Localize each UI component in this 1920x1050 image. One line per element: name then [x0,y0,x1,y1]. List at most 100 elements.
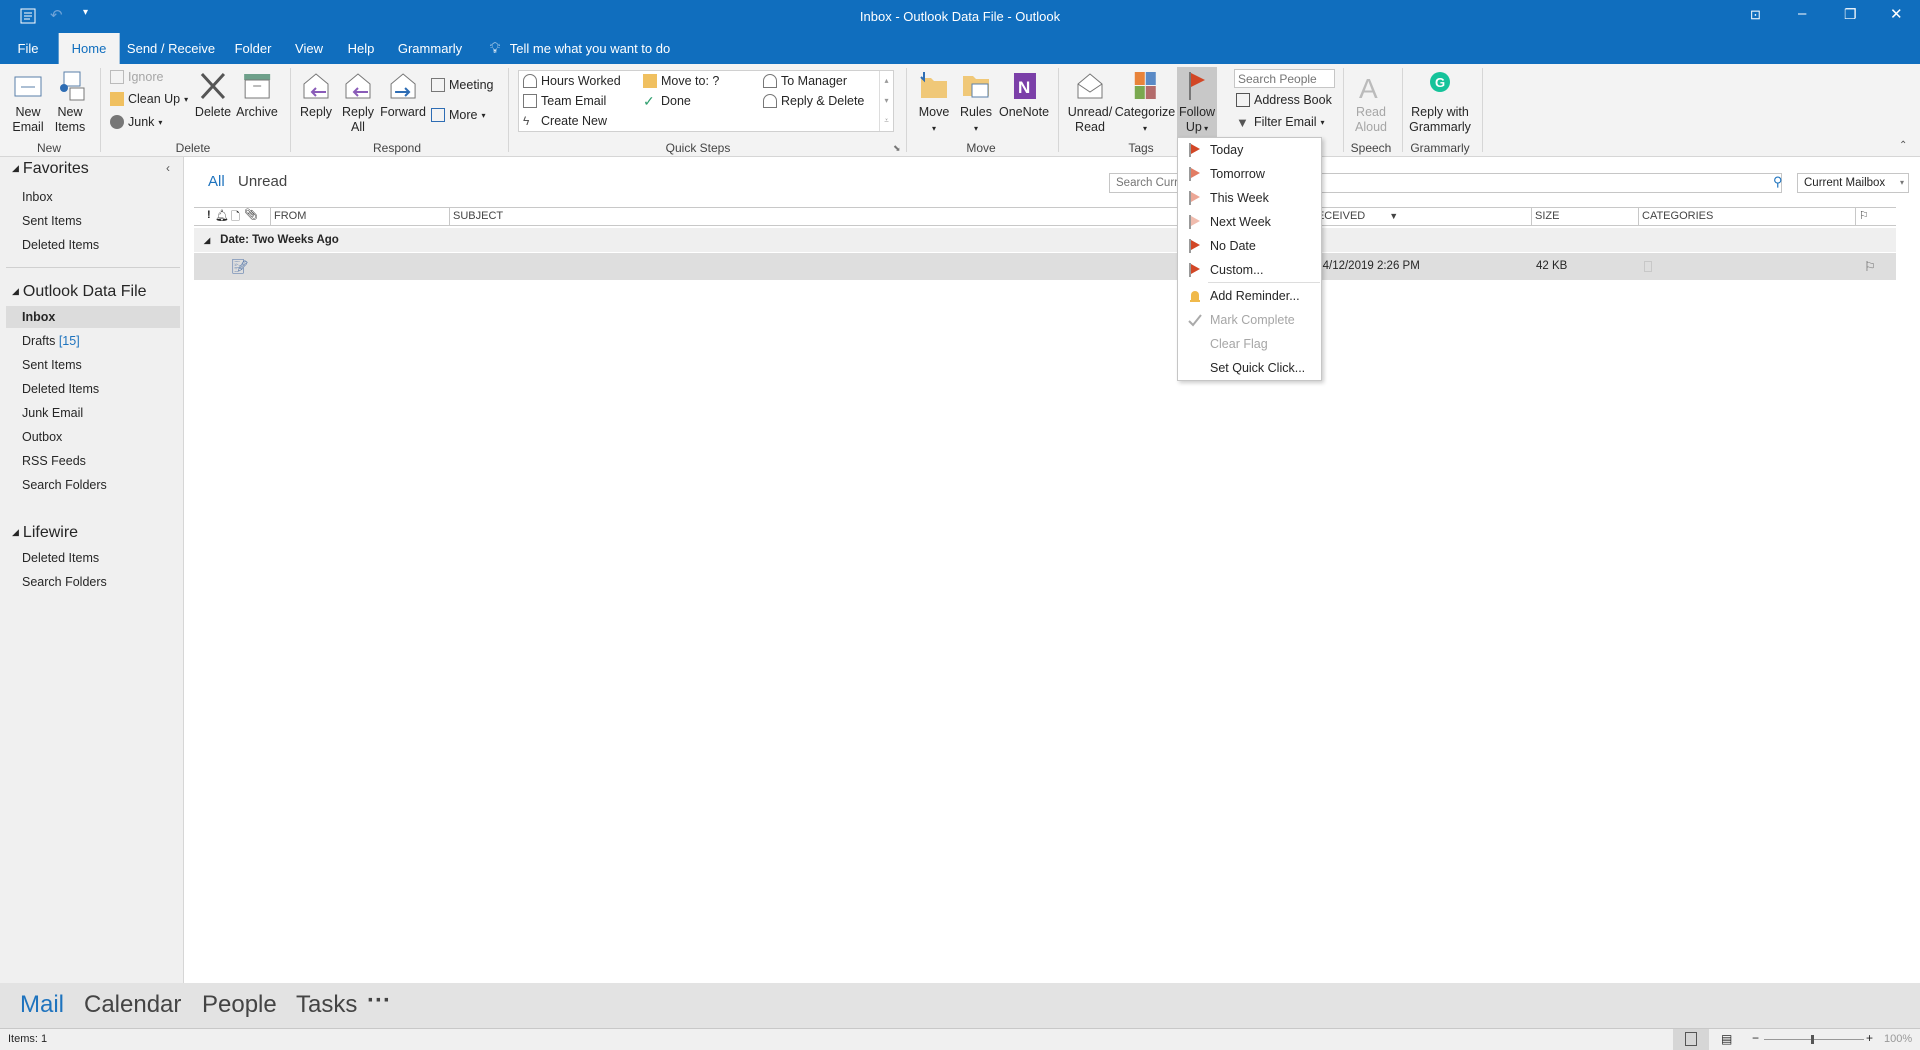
column-subject[interactable]: SUBJECT [449,208,503,225]
menu-item-no-date[interactable]: No Date [1178,235,1321,257]
folder-deleted-items[interactable]: Deleted Items [6,378,180,400]
unread-read-button[interactable]: Unread/ Read [1067,70,1113,135]
ribbon-display-options-icon[interactable]: ⊡ [1750,7,1761,23]
close-button[interactable]: ✕ [1890,5,1903,23]
address-book-button[interactable]: Address Book [1236,93,1332,107]
tab-view[interactable]: View [295,33,323,64]
zoom-slider-thumb[interactable] [1811,1035,1814,1044]
attachment-column-icon[interactable]: 📎︎ [244,208,258,221]
favorites-header[interactable]: ◢ Favorites [12,160,89,178]
lifewire-header[interactable]: ◢ Lifewire [12,524,78,542]
reply-button[interactable]: Reply [300,70,332,120]
folder-search-folders[interactable]: Search Folders [6,474,180,496]
folder-outbox[interactable]: Outbox [6,426,180,448]
reply-all-button[interactable]: Reply All [341,70,375,135]
onenote-button[interactable]: N OneNote [999,70,1049,120]
menu-item-tomorrow[interactable]: Tomorrow [1178,163,1321,185]
categorize-button[interactable]: Categorize ▾ [1115,70,1175,136]
flag-outline-icon[interactable]: ⚐ [1864,253,1876,280]
group-header-row[interactable]: ◢ Date: Two Weeks Ago [194,228,1896,252]
tell-me-search[interactable]: Tell me what you want to do [510,33,670,64]
delete-button[interactable]: Delete [195,70,231,120]
menu-item-add-reminder[interactable]: Add Reminder... [1178,285,1321,307]
quick-step-reply-delete[interactable]: Reply & Delete [763,94,864,108]
junk-button[interactable]: Junk ▾ [110,115,162,129]
follow-up-button[interactable]: Follow Up ▾ [1177,67,1217,140]
search-people-input[interactable] [1234,69,1335,88]
reminder-column-icon[interactable]: 🔔︎ [215,209,229,222]
nav-tasks[interactable]: Tasks [296,991,357,1019]
lifewire-search-folders[interactable]: Search Folders [6,571,180,593]
tab-grammarly[interactable]: Grammarly [398,33,462,64]
quick-step-done[interactable]: ✓ Done [643,94,691,108]
restore-button[interactable]: ❐ [1844,6,1857,23]
nav-more-icon[interactable]: ··· [367,987,391,1015]
new-items-button[interactable]: New Items [52,70,88,135]
rules-button[interactable]: Rules ▾ [960,70,992,136]
collapse-folder-pane-icon[interactable]: ‹ [166,161,170,175]
menu-item-mark-complete[interactable]: Mark Complete [1178,309,1321,331]
menu-item-clear-flag[interactable]: Clear Flag [1178,333,1321,355]
icon-column-icon[interactable]: 🗋 [231,208,240,227]
folder-drafts[interactable]: Drafts [15] [6,330,180,352]
menu-item-today[interactable]: Today [1178,139,1321,161]
more-respond-button[interactable]: More ▾ [431,108,486,122]
forward-button[interactable]: Forward [380,70,426,120]
column-from[interactable]: FROM [270,208,306,225]
folder-rss-feeds[interactable]: RSS Feeds [6,450,180,472]
favorites-deleted-items[interactable]: Deleted Items [6,234,180,256]
clean-up-button[interactable]: Clean Up ▾ [110,92,188,106]
reading-view-icon[interactable]: ▤ [1721,1032,1732,1046]
folder-junk-email[interactable]: Junk Email [6,402,180,424]
outlook-data-file-header[interactable]: ◢ Outlook Data File [12,283,147,301]
new-email-button[interactable]: New Email [10,70,46,135]
tab-folder[interactable]: Folder [235,33,272,64]
reply-with-grammarly-button[interactable]: G Reply with Grammarly [1405,70,1475,135]
lifewire-deleted-items[interactable]: Deleted Items [6,547,180,569]
normal-view-button[interactable] [1673,1029,1709,1050]
menu-item-custom[interactable]: Custom... [1178,259,1321,281]
column-categories[interactable]: CATEGORIES [1638,208,1713,225]
read-aloud-button[interactable]: A Read Aloud [1353,70,1389,135]
filter-all[interactable]: All [208,173,225,190]
quick-step-move-to[interactable]: Move to: ? [643,74,719,88]
tab-send-receive[interactable]: Send / Receive [127,33,215,64]
quick-step-team-email[interactable]: Team Email [523,94,606,108]
menu-item-set-quick-click[interactable]: Set Quick Click... [1178,357,1321,379]
importance-column-icon[interactable]: ! [207,209,211,221]
search-scope-dropdown[interactable]: Current Mailbox ▾ [1797,173,1909,193]
zoom-out-button[interactable]: − [1752,1031,1759,1045]
folder-inbox[interactable]: Inbox [6,306,180,328]
filter-email-button[interactable]: ▼ Filter Email ▾ [1236,115,1325,130]
nav-people[interactable]: People [202,991,277,1019]
move-button[interactable]: Move ▾ [918,70,950,136]
quick-steps-scroll[interactable]: ▴ ▾ ⩡ [879,71,893,131]
zoom-slider[interactable] [1764,1039,1864,1040]
filter-unread[interactable]: Unread [238,173,287,190]
tab-help[interactable]: Help [348,33,375,64]
menu-item-this-week[interactable]: This Week [1178,187,1321,209]
minimize-button[interactable]: – [1798,5,1806,22]
tab-file[interactable]: File [18,33,39,64]
favorites-inbox[interactable]: Inbox [6,186,180,208]
undo-button[interactable]: ↶ [50,6,63,24]
menu-item-next-week[interactable]: Next Week [1178,211,1321,233]
mail-row[interactable]: 📝︎ Fri 4/12/2019 2:26 PM 42 KB ⚐ [194,253,1896,280]
collapse-ribbon-icon[interactable]: ⌃ [1899,140,1907,151]
quick-step-to-manager[interactable]: To Manager [763,74,847,88]
ignore-button[interactable]: Ignore [110,70,163,84]
zoom-in-button[interactable]: + [1866,1031,1873,1045]
quick-steps-dialog-launcher[interactable]: ⬊ [893,143,901,154]
quick-step-hours-worked[interactable]: Hours Worked [523,74,621,88]
tab-home[interactable]: Home [58,33,120,64]
customize-qat-button[interactable]: ▾ [83,7,88,18]
quick-step-create-new[interactable]: ϟ Create New [523,114,607,128]
nav-calendar[interactable]: Calendar [84,991,181,1019]
favorites-sent-items[interactable]: Sent Items [6,210,180,232]
folder-sent-items[interactable]: Sent Items [6,354,180,376]
flag-status-column-icon[interactable]: ⚐ [1855,208,1869,225]
nav-mail[interactable]: Mail [20,991,64,1019]
meeting-button[interactable]: Meeting [431,78,493,92]
column-size[interactable]: SIZE [1531,208,1559,225]
archive-button[interactable]: Archive [236,70,278,120]
